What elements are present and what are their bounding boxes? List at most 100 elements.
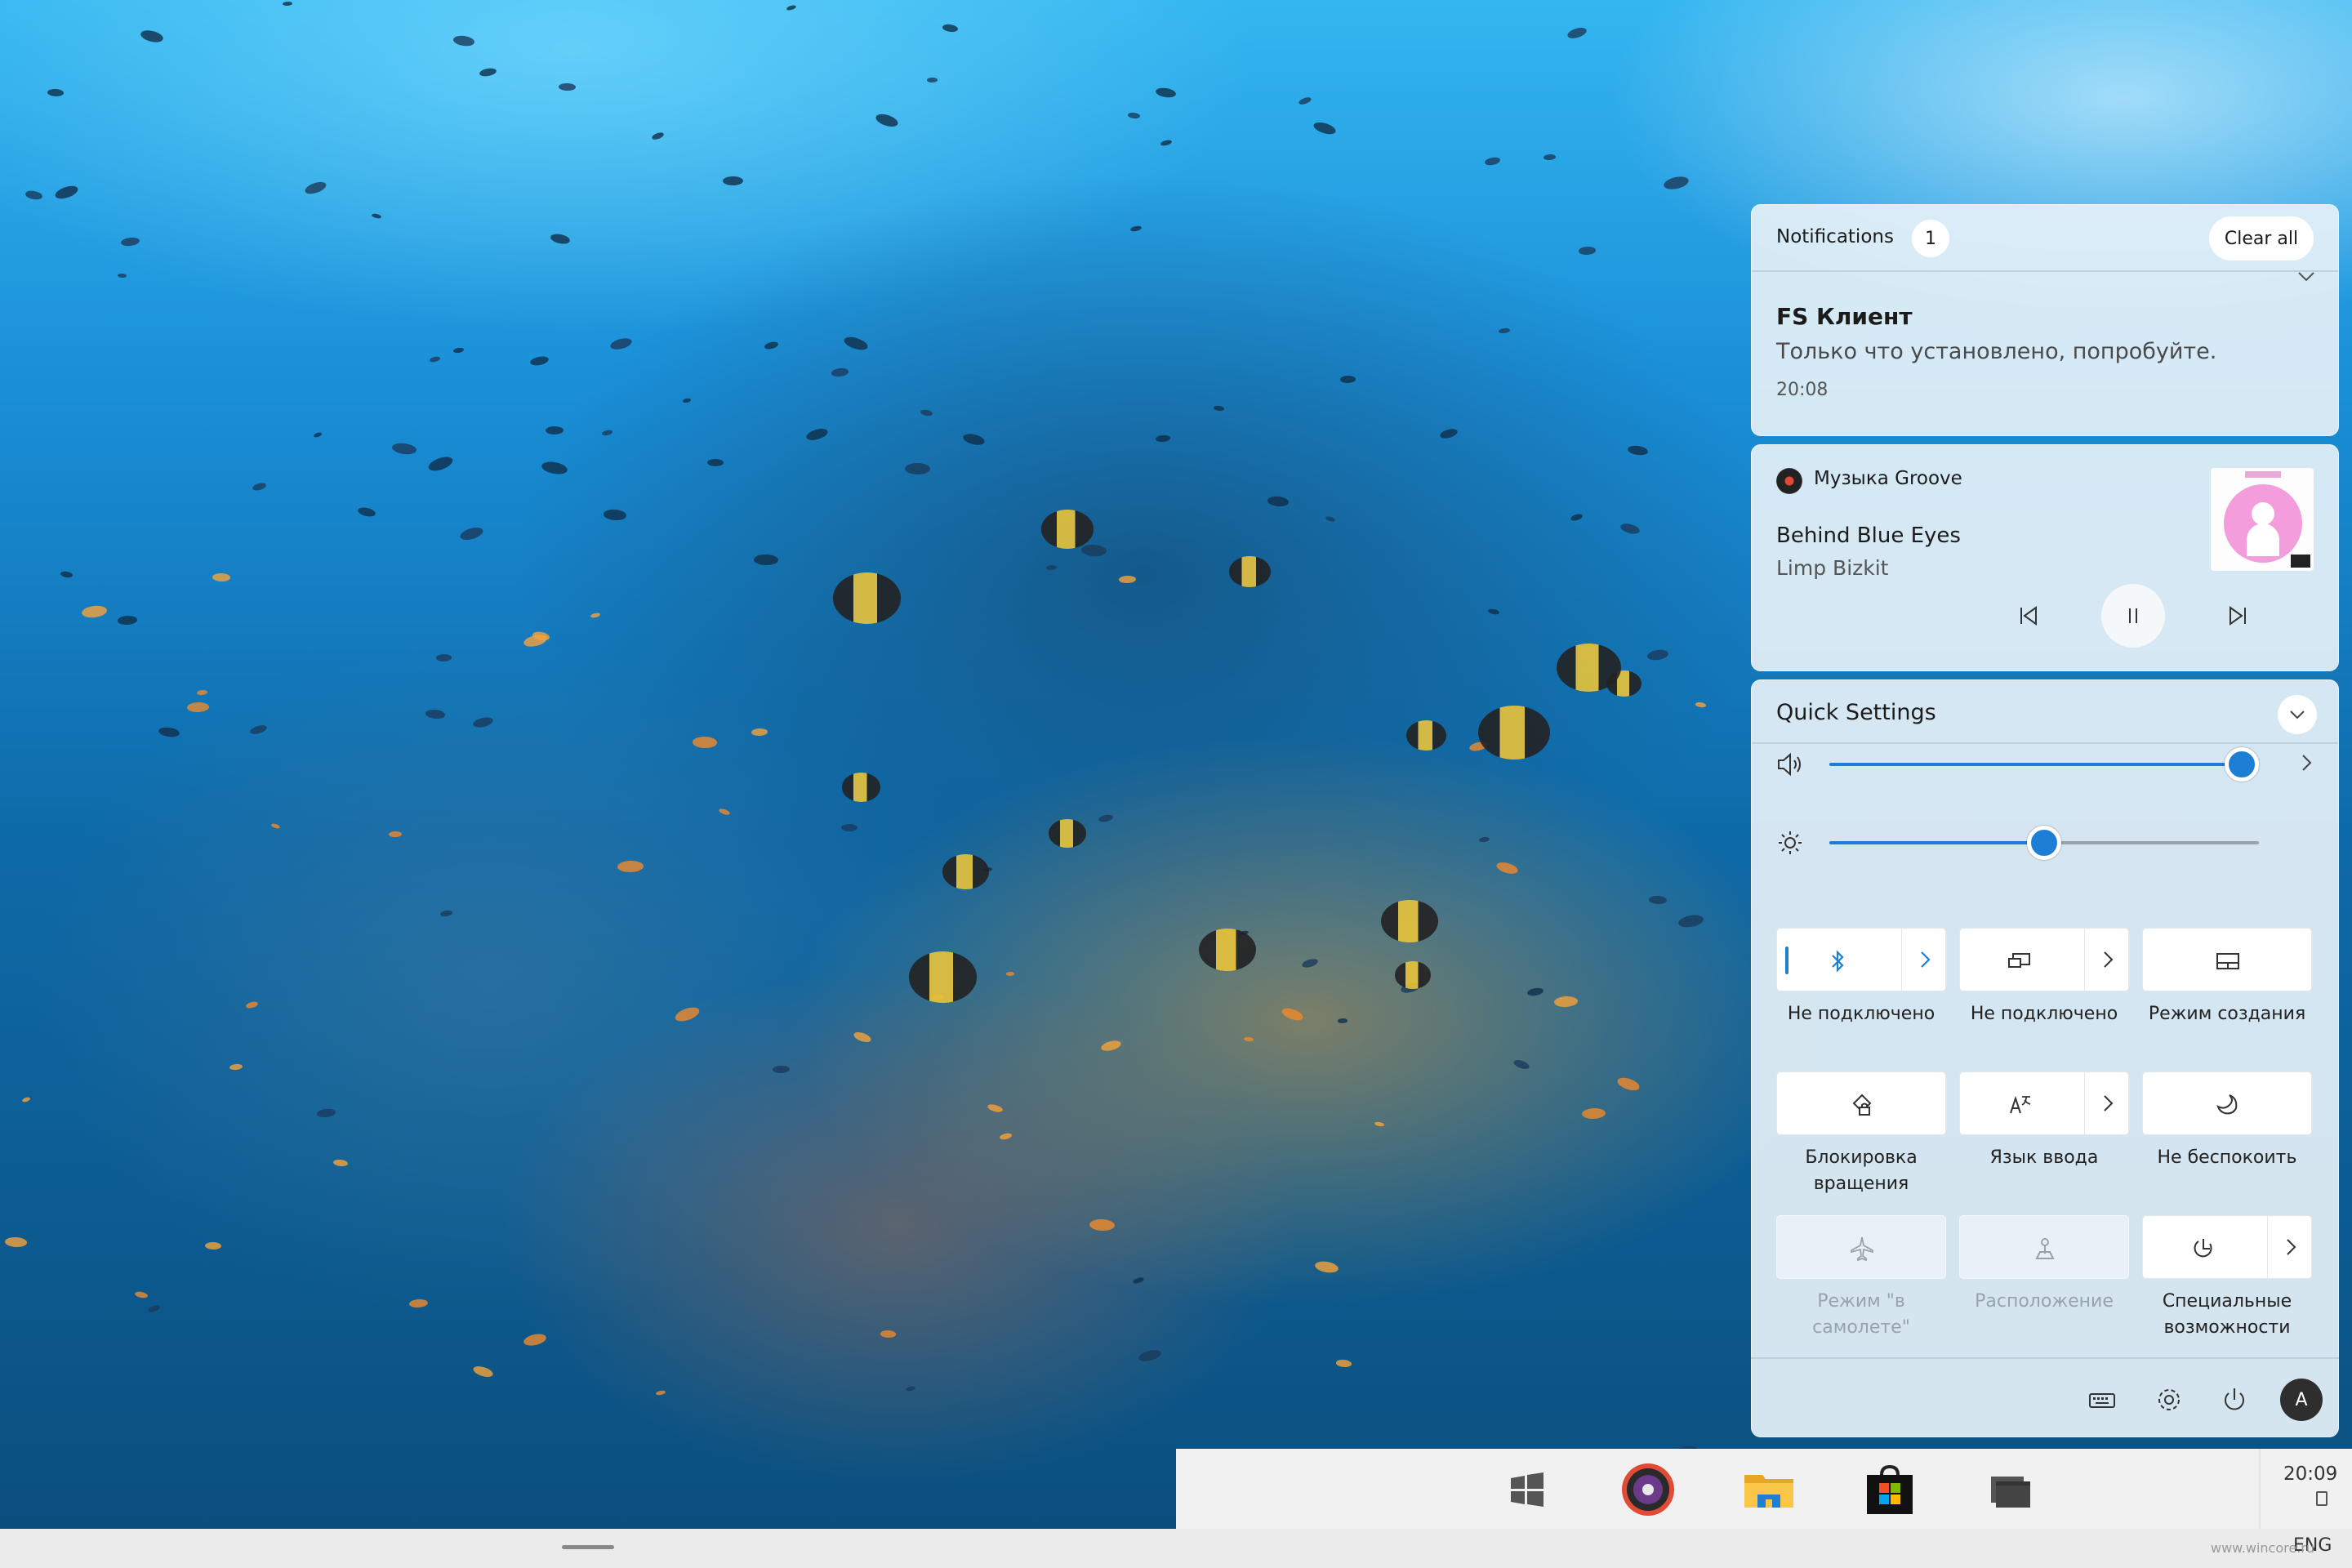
file-explorer-taskbar-button[interactable] bbox=[1736, 1457, 1802, 1522]
location-icon bbox=[2035, 1238, 2055, 1259]
wallpaper-fish bbox=[905, 462, 931, 474]
pause-button[interactable] bbox=[2101, 584, 2165, 648]
chevron-right-icon[interactable] bbox=[2280, 1236, 2301, 1258]
brightness-slider-row bbox=[1751, 818, 2339, 867]
home-gesture-handle[interactable] bbox=[562, 1545, 614, 1549]
media-controls-panel: Музыка Groove Behind Blue Eyes Limp Bizk… bbox=[1751, 444, 2339, 671]
task-view-button[interactable] bbox=[1978, 1457, 2043, 1522]
windows-logo-icon bbox=[1511, 1472, 1544, 1507]
wallpaper-angelfish bbox=[1040, 510, 1094, 550]
volume-slider-thumb[interactable] bbox=[2224, 747, 2259, 782]
tile-bluetooth[interactable]: Не подключено bbox=[1776, 928, 1946, 1027]
project-icon bbox=[2008, 953, 2030, 968]
quick-settings-footer: A bbox=[1751, 1357, 2339, 1437]
chevron-down-icon bbox=[2290, 710, 2305, 719]
user-avatar[interactable]: A bbox=[2280, 1379, 2323, 1421]
quick-settings-header: Quick Settings bbox=[1752, 680, 2338, 744]
wallpaper-fish bbox=[436, 653, 452, 662]
previous-icon bbox=[2020, 606, 2037, 626]
store-bag-icon bbox=[1867, 1464, 1913, 1514]
tile-label: Язык ввода bbox=[1989, 1147, 2099, 1168]
taskbar-clock[interactable]: 20:09 bbox=[2283, 1463, 2337, 1485]
wallpaper-angelfish bbox=[1049, 819, 1086, 848]
notification-center: Notifications 1 Clear all FS Клиент Толь… bbox=[1751, 204, 2339, 436]
wallpaper-fish bbox=[926, 77, 938, 82]
brightness-slider-thumb[interactable] bbox=[2027, 826, 2061, 860]
tile-tablet-mode[interactable]: Режим создания bbox=[2142, 928, 2312, 1027]
accessibility-icon bbox=[2194, 1239, 2212, 1258]
album-art bbox=[2211, 468, 2314, 571]
start-button[interactable] bbox=[1494, 1457, 1560, 1522]
notification-header: Notifications 1 Clear all bbox=[1752, 205, 2338, 272]
settings-button[interactable] bbox=[2153, 1383, 2185, 1416]
groove-music-taskbar-button[interactable] bbox=[1615, 1457, 1681, 1522]
tile-label: Блокировка вращения bbox=[1805, 1147, 1918, 1194]
moon-icon bbox=[2216, 1094, 2238, 1115]
tile-airplane-mode: Режим "в самолете" bbox=[1776, 1215, 1946, 1341]
chevron-right-icon[interactable] bbox=[2097, 1092, 2118, 1115]
wallpaper-angelfish bbox=[1394, 961, 1432, 989]
previous-track-button[interactable] bbox=[1997, 584, 2060, 648]
wallpaper-angelfish bbox=[833, 572, 902, 624]
track-artist: Limp Bizkit bbox=[1776, 556, 1889, 580]
gear-icon bbox=[2158, 1389, 2180, 1410]
next-track-button[interactable] bbox=[2206, 584, 2270, 648]
tile-accessibility[interactable]: Специальные возможности bbox=[2142, 1215, 2312, 1341]
toast-message: Только что установлено, попробуйте. bbox=[1776, 339, 2217, 364]
chevron-right-icon[interactable] bbox=[1914, 948, 1936, 971]
rotation-lock-icon bbox=[1852, 1094, 1872, 1116]
wallpaper-angelfish bbox=[841, 773, 880, 802]
quick-settings-collapse-button[interactable] bbox=[2278, 695, 2317, 734]
wallpaper-fish bbox=[1339, 375, 1356, 383]
tile-rotation-lock[interactable]: Блокировка вращения bbox=[1776, 1071, 1946, 1197]
wallpaper-angelfish bbox=[1556, 643, 1622, 693]
brightness-slider[interactable] bbox=[1829, 826, 2259, 860]
bottom-gesture-bar: ENG www.wincore.ru bbox=[0, 1529, 2352, 1568]
track-title: Behind Blue Eyes bbox=[1776, 523, 1961, 548]
folder-icon bbox=[1744, 1475, 1793, 1508]
wallpaper-fish bbox=[1005, 971, 1014, 976]
taskbar: 20:09 bbox=[1176, 1449, 2352, 1529]
wallpaper-angelfish bbox=[1478, 706, 1550, 760]
brightness-icon bbox=[1779, 831, 1802, 854]
clear-all-button[interactable]: Clear all bbox=[2209, 216, 2314, 261]
input-language-icon bbox=[2010, 1095, 2031, 1114]
tile-label: Не подключено bbox=[1787, 1004, 1936, 1024]
volume-slider-row bbox=[1751, 740, 2339, 789]
wallpaper-fish bbox=[212, 573, 230, 582]
tile-input-language[interactable]: Язык ввода bbox=[1959, 1071, 2129, 1171]
tray-battery-icon[interactable] bbox=[2316, 1491, 2328, 1506]
microsoft-store-taskbar-button[interactable] bbox=[1857, 1457, 1922, 1522]
airplane-icon bbox=[1851, 1236, 1873, 1262]
next-icon bbox=[2230, 606, 2246, 626]
power-button[interactable] bbox=[2218, 1383, 2251, 1416]
toast-expand-chevron-icon[interactable] bbox=[2296, 265, 2317, 290]
media-app-name: Музыка Groove bbox=[1814, 468, 1962, 489]
notifications-title: Notifications bbox=[1776, 226, 1894, 247]
volume-slider[interactable] bbox=[1829, 747, 2259, 782]
keyboard-button[interactable] bbox=[2086, 1383, 2118, 1416]
volume-more-chevron-icon[interactable] bbox=[2295, 751, 2318, 777]
wallpaper-fish bbox=[692, 736, 717, 749]
watermark-text: www.wincore.ru bbox=[2210, 1540, 2314, 1556]
tile-project[interactable]: Не подключено bbox=[1959, 928, 2129, 1027]
notification-count-badge: 1 bbox=[1912, 220, 1949, 257]
tile-label: Не подключено bbox=[1970, 1004, 2118, 1024]
task-view-icon bbox=[1991, 1477, 2030, 1508]
wallpaper-angelfish bbox=[1405, 720, 1447, 751]
wallpaper-fish bbox=[880, 1330, 897, 1338]
chevron-right-icon[interactable] bbox=[2097, 948, 2118, 971]
power-icon bbox=[2225, 1388, 2244, 1410]
wallpaper-angelfish bbox=[942, 854, 990, 890]
tile-label: Режим "в самолете" bbox=[1812, 1291, 1910, 1338]
tile-do-not-disturb[interactable]: Не беспокоить bbox=[2142, 1071, 2312, 1171]
tile-location: Расположение bbox=[1959, 1215, 2129, 1315]
wallpaper-fish bbox=[388, 831, 402, 838]
bluetooth-icon bbox=[1832, 950, 1844, 973]
pause-icon bbox=[2129, 608, 2137, 623]
quick-settings-title: Quick Settings bbox=[1776, 700, 1936, 725]
speaker-icon bbox=[1778, 752, 1801, 777]
groove-music-icon bbox=[1776, 468, 1802, 494]
toast-time: 20:08 bbox=[1776, 380, 1829, 400]
tile-label: Расположение bbox=[1975, 1291, 2114, 1312]
